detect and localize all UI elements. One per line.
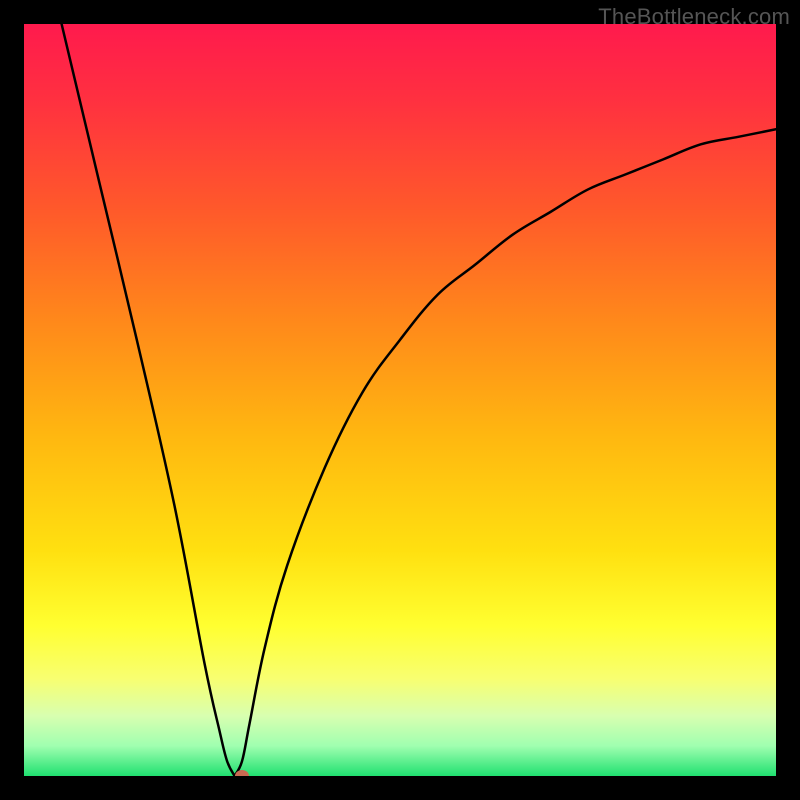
chart-frame: TheBottleneck.com [0, 0, 800, 800]
watermark-label: TheBottleneck.com [598, 4, 790, 30]
minimum-marker-icon [235, 770, 249, 776]
bottleneck-curve [24, 24, 776, 776]
plot-area [24, 24, 776, 776]
